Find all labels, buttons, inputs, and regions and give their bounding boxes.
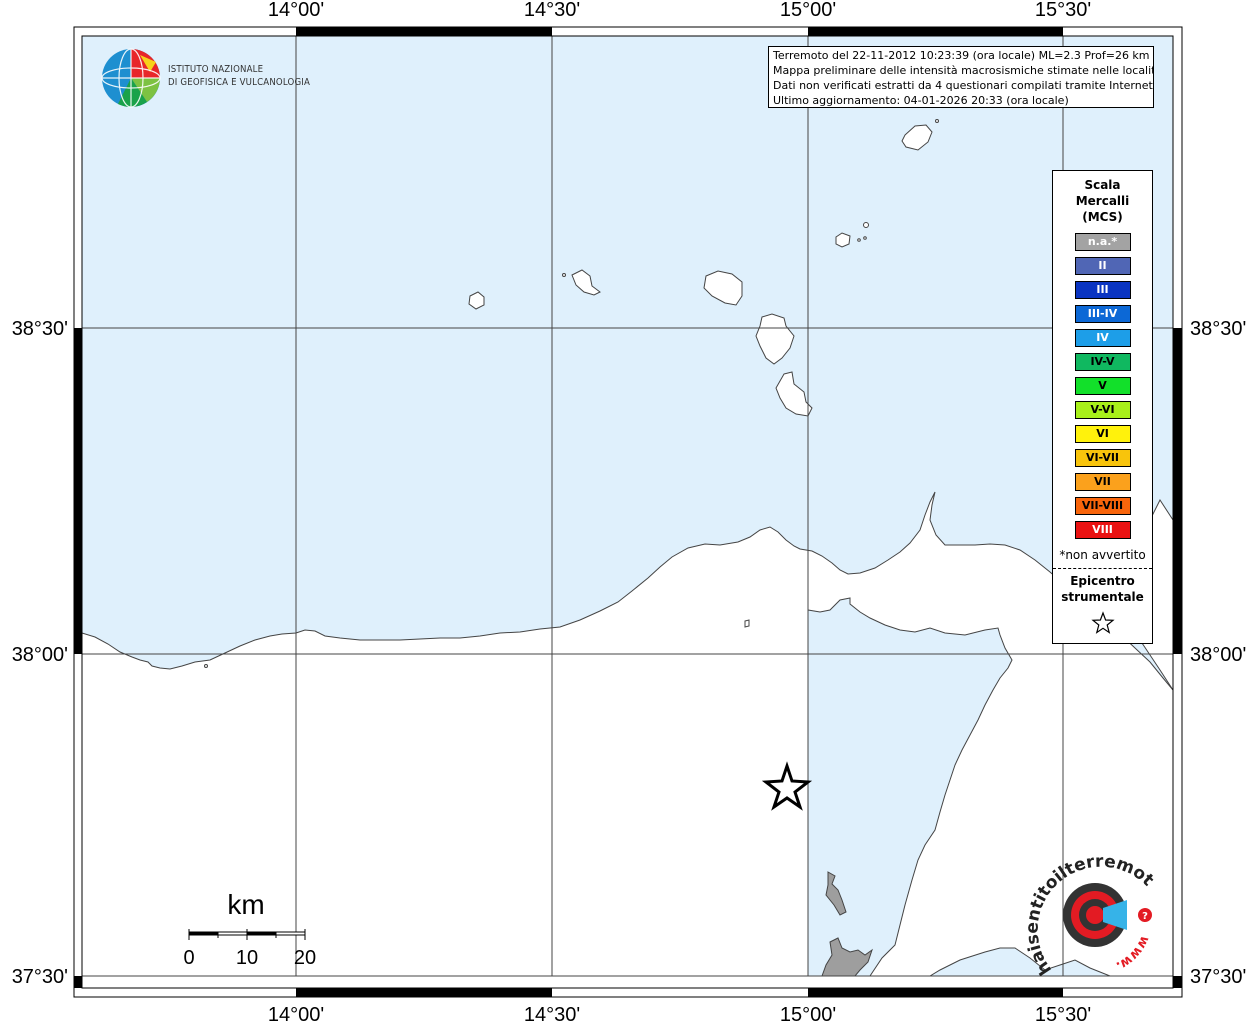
islet-strombolicchio — [935, 119, 939, 123]
legend-item: IV — [1074, 329, 1131, 347]
mcs-legend: Scala Mercalli (MCS) n.a.* II III III-IV IV IV-… — [1052, 170, 1153, 644]
info-line: Mappa preliminare delle intensità macros… — [773, 64, 1154, 77]
lat-label: 37°30' — [12, 966, 68, 988]
scale-tick: 20 — [294, 947, 316, 969]
scale-unit: km — [227, 889, 264, 920]
info-line: Ultimo aggiornamento: 04-01-2026 20:33 (… — [773, 94, 1069, 107]
lat-label: 38°00' — [1190, 644, 1246, 666]
legend-item: VI — [1074, 425, 1131, 443]
lon-label: 15°30' — [1035, 1004, 1091, 1024]
legend-item: V-VI — [1074, 401, 1131, 419]
lon-labels-bottom: 14°00' 14°30' 15°00' 15°30' — [268, 1004, 1091, 1024]
legend-item: V — [1074, 377, 1131, 395]
lat-labels-left: 38°30' 38°00' 37°30' — [12, 318, 68, 988]
legend-item: VIII — [1074, 521, 1131, 539]
lat-label: 38°30' — [12, 318, 68, 340]
lat-labels-right: 38°30' 38°00' 37°30' — [1190, 318, 1246, 988]
logo-line1: ISTITUTO NAZIONALE — [168, 64, 264, 75]
legend-item: VI-VII — [1074, 449, 1131, 467]
islet-tindari — [204, 664, 208, 668]
logo-line2: DI GEOFISICA E VULCANOLOGIA — [168, 77, 311, 88]
scale-tick: 0 — [183, 947, 194, 969]
legend-item: III-IV — [1074, 305, 1131, 323]
legend-divider — [1053, 568, 1152, 569]
lon-label: 15°30' — [1035, 0, 1091, 21]
islet-basiluzzo — [863, 222, 869, 228]
badge-question: ? — [1142, 911, 1148, 922]
legend-item: IV-V — [1074, 353, 1131, 371]
lat-label: 37°30' — [1190, 966, 1246, 988]
islet-montenassari — [562, 273, 566, 277]
legend-star-icon — [1090, 611, 1115, 634]
lon-label: 15°00' — [780, 1004, 836, 1024]
legend-item: VII — [1074, 473, 1131, 491]
legend-item: III — [1074, 281, 1131, 299]
lon-label: 15°00' — [780, 0, 836, 21]
legend-note: *non avvertito — [1059, 548, 1146, 562]
lon-label: 14°00' — [268, 1004, 324, 1024]
info-line: Dati non verificati estratti da 4 questi… — [773, 79, 1154, 92]
islet-panarea-small — [857, 238, 861, 242]
lon-label: 14°30' — [524, 1004, 580, 1024]
lon-label: 14°30' — [524, 0, 580, 21]
earthquake-info-box: Terremoto del 22-11-2012 10:23:39 (ora l… — [768, 46, 1154, 108]
legend-item: n.a.* — [1074, 233, 1131, 251]
info-line: Terremoto del 22-11-2012 10:23:39 (ora l… — [773, 49, 1150, 62]
legend-item: II — [1074, 257, 1131, 275]
islet-dattilo — [863, 236, 867, 240]
lon-labels-top: 14°00' 14°30' 15°00' 15°30' — [268, 0, 1091, 21]
lon-label: 14°00' — [268, 0, 324, 21]
lat-label: 38°30' — [1190, 318, 1246, 340]
ingv-logo-text: ISTITUTO NAZIONALE DI GEOFISICA E VULCAN… — [168, 63, 310, 89]
island-panarea — [835, 232, 851, 248]
legend-items: n.a.* II III III-IV IV IV-V V V-VI VI VI-VII VII VI… — [1053, 233, 1152, 539]
ingv-globe-icon — [101, 48, 161, 108]
lat-label: 38°00' — [12, 644, 68, 666]
legend-epicenter-label: Epicentro strumentale — [1061, 574, 1144, 604]
islet-coast — [744, 619, 750, 628]
scale-tick: 10 — [236, 947, 258, 969]
legend-item: VII-VIII — [1074, 497, 1131, 515]
legend-title: Scala Mercalli (MCS) — [1075, 178, 1130, 224]
